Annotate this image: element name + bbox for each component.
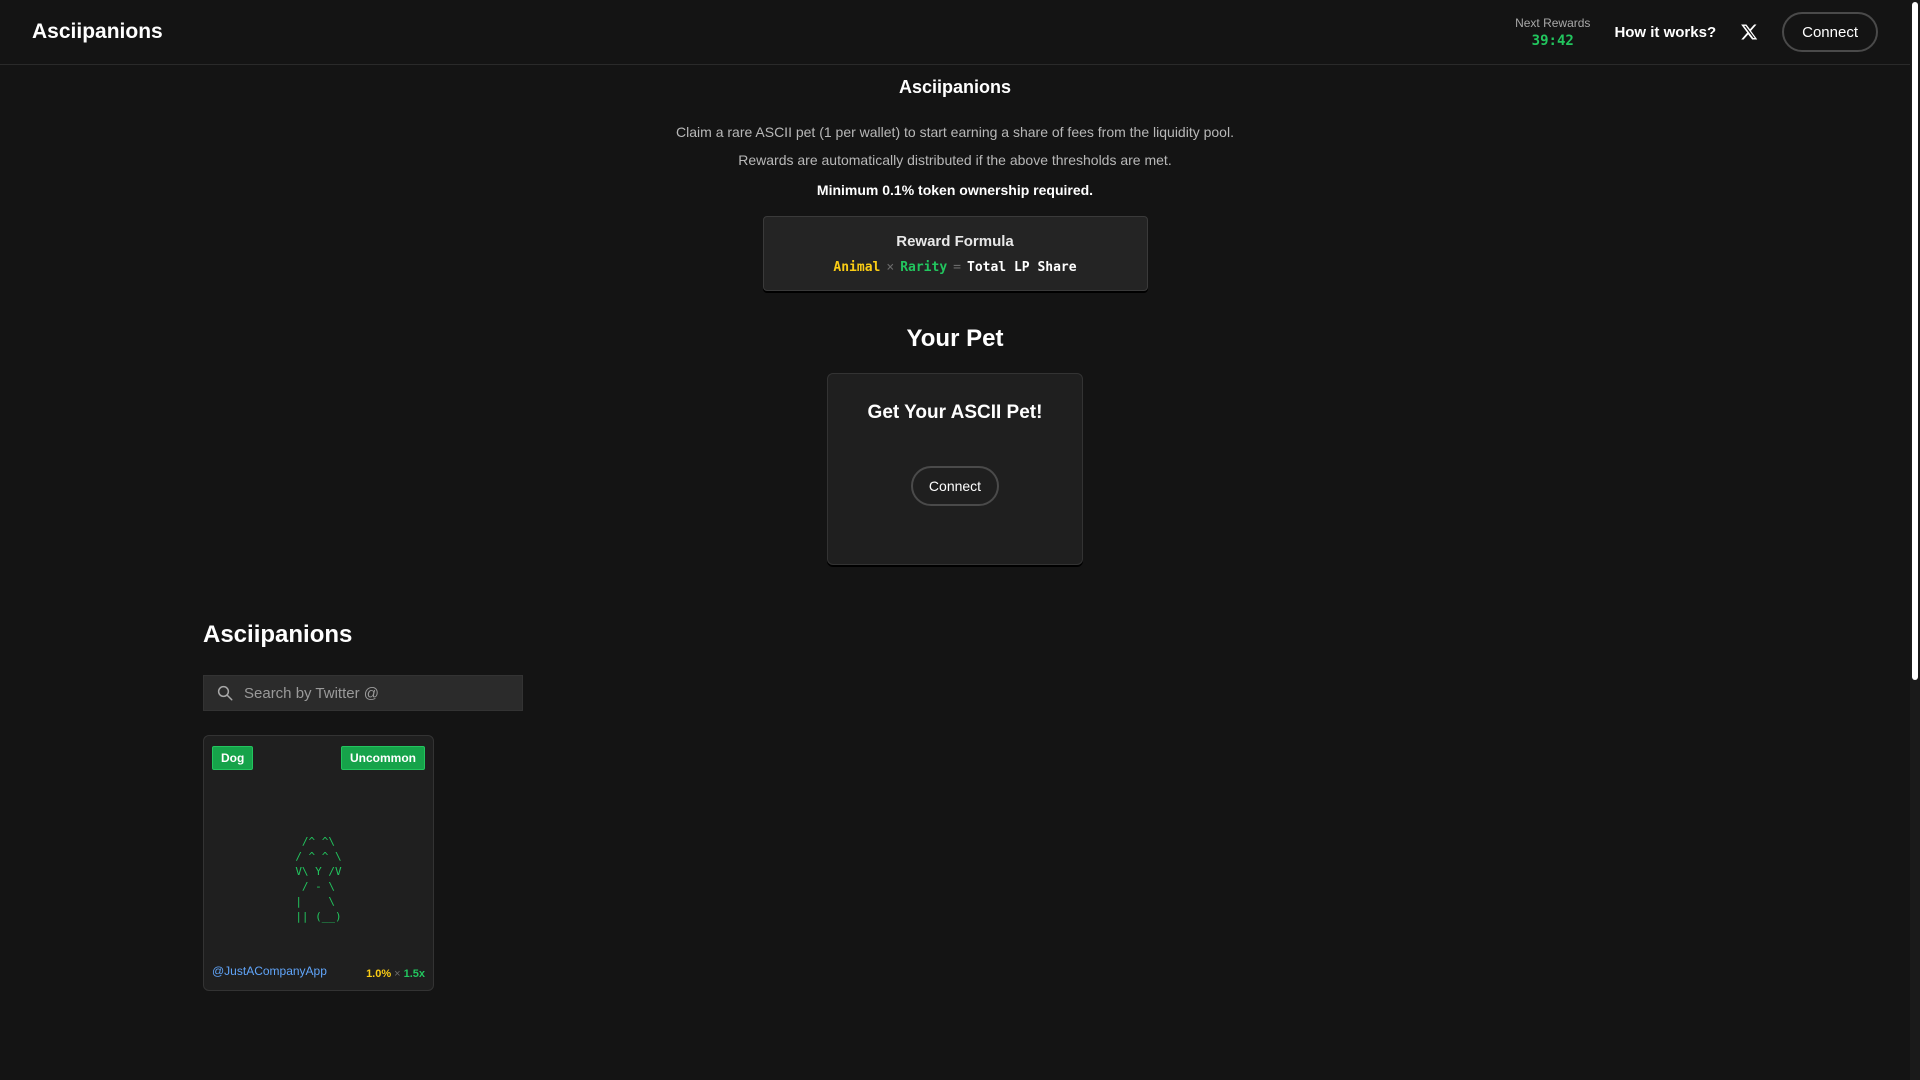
hero-description: Claim a rare ASCII pet (1 per wallet) to… [0,118,1910,174]
gallery-title: Asciipanions [203,621,353,648]
hero-section: Asciipanions Claim a rare ASCII pet (1 p… [0,65,1910,565]
top-nav: Asciipanions Next Rewards 39:42 How it w… [0,0,1910,65]
reward-formula: Animal × Rarity = Total LP Share [833,260,1076,275]
formula-animal: Animal [833,259,881,275]
formula-equals: = [953,259,961,275]
next-rewards: Next Rewards 39:42 [1515,16,1590,49]
pet-tile[interactable]: Dog Uncommon /^ ^\ / ^ ^ \ V\ Y /V / - \… [203,735,434,991]
pet-stats-times: × [394,968,401,980]
reward-formula-box: Reward Formula Animal × Rarity = Total LP Sh… [762,216,1148,291]
pet-stats: 1.0% × 1.5x [366,968,425,980]
minimum-ownership-note: Minimum 0.1% token ownership required. [816,182,1094,198]
scrollbar-thumb[interactable] [1912,2,1918,680]
formula-times: × [886,259,895,275]
hero-description-line1: Claim a rare ASCII pet (1 per wallet) to… [676,124,1234,140]
hero-title: Asciipanions [898,77,1012,97]
search-bar[interactable] [203,675,523,711]
your-pet-card: Get Your ASCII Pet! Connect [827,373,1083,565]
your-pet-title: Your Pet [906,325,1004,352]
search-icon [216,684,234,702]
formula-rarity: Rarity [900,259,948,275]
pet-multiplier: 1.5x [403,968,425,980]
how-it-works-link[interactable]: How it works? [1614,24,1716,41]
animal-badge: Dog [212,746,254,770]
pet-owner-handle[interactable]: @JustACompanyApp [212,964,327,978]
brand-logo[interactable]: Asciipanions [32,20,163,44]
hero-description-line2: Rewards are automatically distributed if… [738,152,1172,168]
your-pet-card-title: Get Your ASCII Pet! [867,402,1043,423]
header-connect-button[interactable]: Connect [1782,12,1878,52]
search-input[interactable] [244,684,504,702]
pet-connect-button[interactable]: Connect [910,466,1000,506]
formula-result: Total LP Share [967,259,1077,275]
page-scrollbar[interactable] [1910,0,1920,1080]
header-actions: Next Rewards 39:42 How it works? Connect [1515,12,1878,52]
pet-ascii-art: /^ ^\ / ^ ^ \ V\ Y /V / - \ | \ || (__) [295,835,342,923]
next-rewards-label: Next Rewards [1515,15,1591,30]
rarity-badge: Uncommon [341,746,425,770]
reward-formula-title: Reward Formula [896,232,1014,250]
x-logo-icon[interactable] [1740,23,1758,41]
pet-share-percent: 1.0% [366,968,392,980]
next-rewards-timer: 39:42 [1531,32,1574,49]
